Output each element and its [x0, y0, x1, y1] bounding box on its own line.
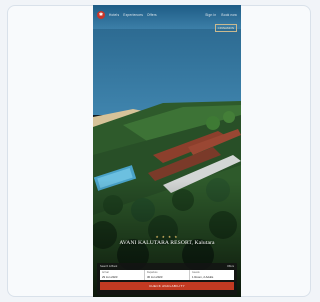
nav-right-group: Sign in Book now: [205, 13, 237, 17]
guests-field[interactable]: Guests 1 Room, 2 Adults: [190, 270, 234, 280]
website-screenshot: ✱ Hotels Experiences Offers Sign in Book…: [93, 5, 241, 297]
booking-header: Search & Book Offers: [100, 265, 234, 269]
booking-offers-link[interactable]: Offers: [227, 265, 234, 269]
hotel-title: AVANI KALUTARA RESORT, Kalutara: [119, 240, 215, 246]
star-rating: ★ ★ ★ ★: [155, 235, 179, 239]
arrival-value: 29 Jun 2023: [102, 275, 118, 279]
guests-value: 1 Room, 2 Adults: [192, 275, 214, 279]
nav-link-hotels[interactable]: Hotels: [109, 13, 119, 17]
booking-heading: Search & Book: [100, 265, 118, 268]
departure-value: 30 Jun 2023: [147, 275, 163, 279]
guests-label: Guests: [192, 271, 200, 274]
sign-in-link[interactable]: Sign in: [205, 13, 216, 17]
arrival-label: Arrival: [102, 271, 109, 274]
book-now-link[interactable]: Book now: [221, 13, 237, 17]
brand-badge: CINNAMON: [214, 24, 237, 32]
nav-link-experiences[interactable]: Experiences: [123, 13, 143, 17]
top-navigation: ✱ Hotels Experiences Offers Sign in Book…: [93, 5, 241, 25]
booking-fields: Arrival 29 Jun 2023 Departure 30 Jun 202…: [100, 270, 234, 280]
nav-link-offers[interactable]: Offers: [147, 13, 157, 17]
arrival-field[interactable]: Arrival 29 Jun 2023: [100, 270, 145, 280]
departure-label: Departure: [147, 271, 158, 274]
hero-aerial-image: [93, 5, 241, 297]
booking-widget: Search & Book Offers Arrival 29 Jun 2023…: [97, 263, 237, 295]
brand-logo[interactable]: ✱: [97, 11, 105, 19]
check-availability-button[interactable]: CHECK AVAILABILITY: [100, 282, 234, 290]
departure-field[interactable]: Departure 30 Jun 2023: [145, 270, 190, 280]
